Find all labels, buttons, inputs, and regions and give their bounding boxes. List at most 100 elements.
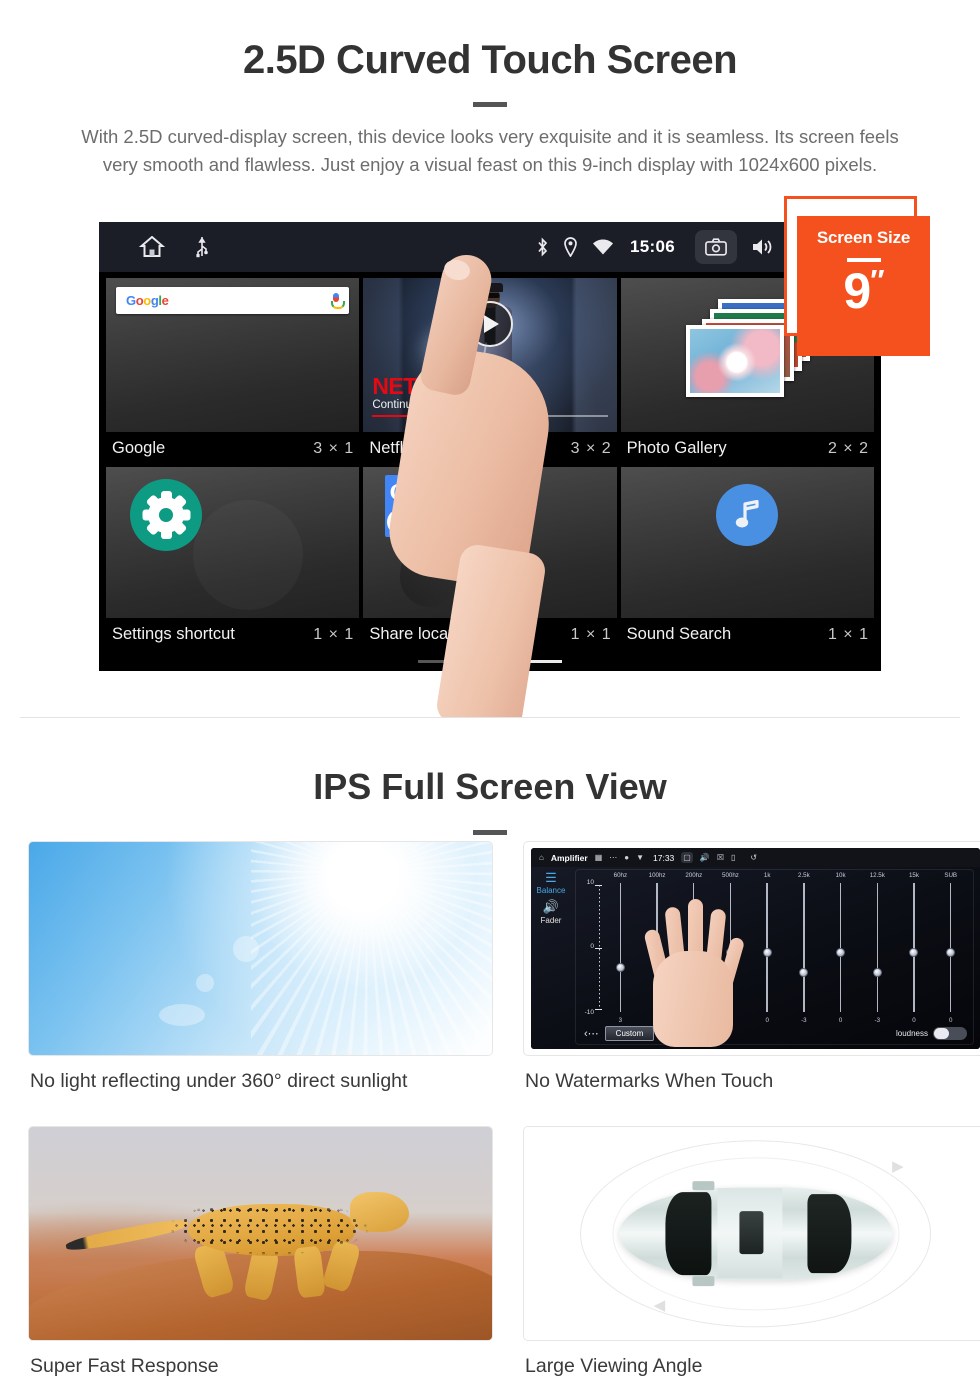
loudness-toggle[interactable] bbox=[933, 1026, 967, 1040]
page-title: 2.5D Curved Touch Screen bbox=[242, 38, 738, 82]
page-dot-2[interactable] bbox=[470, 660, 510, 663]
running-cheetah-image bbox=[28, 1126, 493, 1341]
usb-icon[interactable] bbox=[195, 236, 209, 258]
loudness-control[interactable]: loudness bbox=[895, 1026, 967, 1040]
widget-cell-google[interactable]: Google Google 3 × 1 bbox=[106, 278, 360, 467]
home-icon[interactable]: ⌂ bbox=[539, 853, 544, 862]
widget-size: 1 × 1 bbox=[827, 625, 869, 643]
widget-cell-settings[interactable]: Settings shortcut 1 × 1 bbox=[106, 467, 360, 653]
feature-cards: No light reflecting under 360° direct su… bbox=[28, 841, 980, 1378]
recents-icon[interactable]: ▯ bbox=[731, 853, 735, 862]
dots-icon[interactable]: ⋯ bbox=[609, 853, 617, 862]
band-freq: 60hz bbox=[613, 872, 628, 879]
eq-slider[interactable] bbox=[859, 883, 896, 1012]
widget-name: Sound Search bbox=[626, 625, 732, 643]
balance-label[interactable]: Balance bbox=[531, 886, 571, 895]
bluetooth-icon[interactable] bbox=[536, 237, 549, 257]
equalizer-panel: 60hz 100hz 200hz 500hz 1k 2.5k 10k 12.5k… bbox=[575, 869, 974, 1045]
card-caption: Large Viewing Angle bbox=[525, 1355, 703, 1377]
band-freq: 200hz bbox=[685, 872, 703, 879]
page-dot-3-active[interactable] bbox=[522, 660, 562, 663]
widget-size: 2 × 2 bbox=[827, 439, 869, 457]
preset-button[interactable]: Custom bbox=[604, 1025, 655, 1041]
equalizer-axis: 10 0 -10 bbox=[580, 879, 602, 1016]
amplifier-title: Amplifier bbox=[550, 852, 588, 863]
eq-slider[interactable] bbox=[639, 883, 676, 1012]
camera-icon[interactable] bbox=[695, 230, 737, 264]
badge-unit: ″ bbox=[870, 264, 884, 298]
amplifier-status-bar: ⌂ Amplifier ▦ ⋯ ● ▼ 17:33 ▢ 🔊 ☒ ▯ ↺ bbox=[531, 848, 980, 867]
section-two-underline bbox=[473, 830, 507, 835]
home-icon[interactable] bbox=[139, 236, 165, 258]
band-value: -3 bbox=[874, 1017, 881, 1024]
google-logo: Google bbox=[126, 293, 169, 308]
widget-name: Photo Gallery bbox=[626, 439, 727, 457]
page-dot-1[interactable] bbox=[418, 660, 458, 663]
loudness-label: loudness bbox=[895, 1028, 928, 1038]
fader-label[interactable]: Fader bbox=[531, 916, 571, 925]
google-search-bar[interactable]: Google bbox=[116, 287, 350, 314]
balance-icon[interactable]: ☰ bbox=[531, 871, 571, 885]
location-icon[interactable] bbox=[563, 237, 578, 257]
share-location-widget[interactable]: G bbox=[363, 467, 617, 618]
gear-icon[interactable] bbox=[130, 479, 202, 551]
google-maps-icon[interactable]: G bbox=[385, 475, 458, 537]
band-freq: 12.5k bbox=[869, 872, 885, 879]
eq-slider[interactable] bbox=[675, 883, 712, 1012]
band-value: -4 bbox=[654, 1017, 660, 1024]
eq-slider[interactable] bbox=[822, 883, 859, 1012]
page-indicator[interactable] bbox=[99, 660, 881, 663]
volume-icon[interactable]: 🔊 bbox=[700, 853, 710, 862]
widget-grid: Google Google 3 × 1 NETFLIX Continue Mar… bbox=[99, 272, 881, 653]
band-value: 0 bbox=[948, 1017, 953, 1024]
close-icon[interactable]: ☒ bbox=[717, 853, 724, 862]
google-search-widget[interactable]: Google bbox=[106, 278, 360, 432]
eq-slider[interactable] bbox=[602, 883, 639, 1012]
badge-body: Screen Size 9″ bbox=[797, 216, 930, 356]
widget-size: 1 × 1 bbox=[570, 625, 612, 643]
settings-widget[interactable] bbox=[106, 467, 360, 618]
widget-size: 1 × 1 bbox=[313, 625, 355, 643]
gallery-icon[interactable]: ▦ bbox=[595, 853, 603, 862]
widget-cell-share-location[interactable]: G Share location 1 × 1 bbox=[363, 467, 617, 653]
amplifier-clock: 17:33 bbox=[653, 852, 675, 863]
back-icon[interactable]: ↺ bbox=[750, 853, 757, 862]
volume-icon[interactable] bbox=[751, 237, 775, 257]
fader-icon[interactable]: 🔊 bbox=[531, 899, 571, 915]
widget-cell-sound-search[interactable]: Sound Search 1 × 1 bbox=[620, 467, 874, 653]
microphone-icon[interactable] bbox=[331, 292, 346, 309]
band-value: 0 bbox=[765, 1017, 769, 1024]
camera-icon[interactable]: ▢ bbox=[681, 852, 693, 863]
eq-slider[interactable] bbox=[932, 883, 969, 1012]
badge-value: 9″ bbox=[797, 266, 930, 316]
widget-cell-netflix[interactable]: NETFLIX Continue Marvel's Daredevil Netf… bbox=[363, 278, 617, 467]
car-top-view bbox=[618, 1181, 893, 1286]
eq-slider[interactable] bbox=[896, 883, 933, 1012]
card-caption: Super Fast Response bbox=[30, 1355, 219, 1377]
widget-meta: Google 3 × 1 bbox=[106, 432, 360, 467]
eq-slider[interactable] bbox=[749, 883, 786, 1012]
badge-rule bbox=[846, 258, 881, 262]
wifi-icon[interactable]: ▼ bbox=[636, 853, 644, 862]
location-icon[interactable]: ● bbox=[624, 853, 629, 862]
badge-number: 9 bbox=[843, 263, 871, 319]
eq-slider[interactable] bbox=[786, 883, 823, 1012]
music-note-icon[interactable] bbox=[716, 484, 779, 546]
equalizer-values: 3 -4 0 0 0 -3 0 -3 0 0 bbox=[602, 1017, 969, 1024]
netflix-widget[interactable]: NETFLIX Continue Marvel's Daredevil bbox=[363, 278, 617, 432]
wifi-icon[interactable] bbox=[592, 238, 614, 256]
equalizer-sliders[interactable] bbox=[602, 883, 969, 1012]
status-clock: 15:06 bbox=[630, 237, 675, 256]
eq-slider[interactable] bbox=[712, 883, 749, 1012]
sun-rays bbox=[251, 842, 492, 1055]
equalizer-frequency-labels: 60hz 100hz 200hz 500hz 1k 2.5k 10k 12.5k… bbox=[576, 870, 973, 879]
sound-search-widget[interactable] bbox=[620, 467, 874, 618]
back-arrow-icon[interactable]: ‹⋯ bbox=[584, 1027, 599, 1040]
amplifier-equalizer-screenshot: ⌂ Amplifier ▦ ⋯ ● ▼ 17:33 ▢ 🔊 ☒ ▯ ↺ ☰ Ba… bbox=[523, 841, 980, 1056]
play-icon[interactable] bbox=[466, 301, 513, 347]
widget-name: Google bbox=[112, 439, 166, 457]
widget-meta: Photo Gallery 2 × 2 bbox=[620, 432, 874, 467]
feature-card-car: ▶ ◀ Large Viewing Angle bbox=[523, 1126, 980, 1378]
netflix-subtitle: Continue Marvel's Daredevil bbox=[372, 399, 516, 411]
equalizer-footer: ‹⋯ Custom loudness bbox=[584, 1025, 967, 1041]
